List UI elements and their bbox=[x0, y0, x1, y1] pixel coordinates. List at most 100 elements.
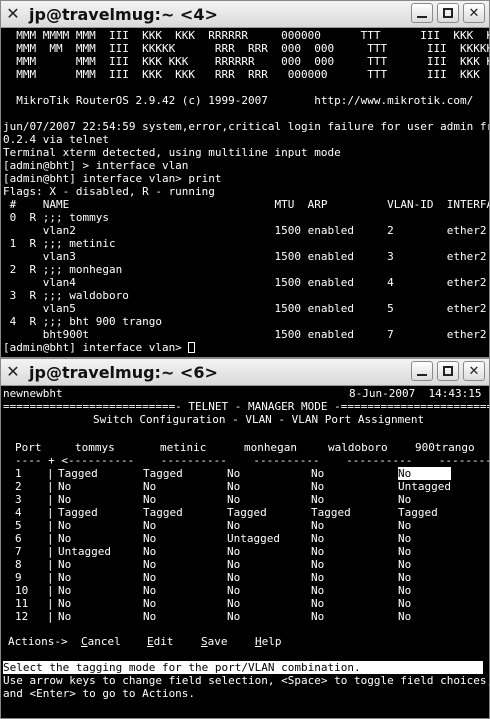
terminal-window-switch: ✕ jp@travelmug:~ <6> ✕ newnewbht 8-Jun-2… bbox=[0, 358, 490, 719]
close-icon: ✕ bbox=[468, 363, 480, 379]
maximize-button[interactable] bbox=[437, 361, 459, 381]
terminal-line: bht900t 1500 enabled 7 ether2 bbox=[3, 328, 487, 341]
vlan-mode-field[interactable]: No bbox=[143, 532, 156, 545]
port-number: 6 bbox=[15, 532, 22, 545]
window-titlebar[interactable]: ✕ jp@travelmug:~ <4> ✕ bbox=[1, 1, 489, 28]
prompt-text: [admin@bht] interface vlan> bbox=[3, 341, 189, 354]
vlan-mode-field[interactable]: No bbox=[143, 584, 156, 597]
vlan-mode-field[interactable]: Tagged bbox=[398, 506, 438, 519]
vlan-mode-field[interactable]: No bbox=[143, 493, 156, 506]
command-prompt[interactable]: [admin@bht] interface vlan> bbox=[3, 341, 196, 354]
action-cancel[interactable]: Cancel bbox=[81, 635, 121, 648]
close-button[interactable]: ✕ bbox=[463, 3, 485, 23]
close-button[interactable]: ✕ bbox=[463, 361, 485, 381]
port-number: 9 bbox=[15, 571, 22, 584]
vlan-mode-field[interactable]: No bbox=[398, 558, 411, 571]
terminal-window-routeros: ✕ jp@travelmug:~ <4> ✕ MMM MMMM MMM III … bbox=[0, 0, 490, 358]
vlan-mode-field[interactable]: No bbox=[143, 480, 156, 493]
vlan-mode-field[interactable]: Tagged bbox=[58, 506, 98, 519]
vlan-mode-field[interactable]: No bbox=[398, 545, 411, 558]
column-header: monhegan bbox=[244, 441, 297, 454]
vlan-mode-field[interactable]: No bbox=[311, 480, 324, 493]
vlan-mode-field[interactable]: Untagged bbox=[398, 480, 451, 493]
vlan-mode-field[interactable]: No bbox=[58, 493, 71, 506]
vlan-mode-field[interactable]: No bbox=[143, 610, 156, 623]
column-separator: | bbox=[47, 584, 54, 597]
vlan-mode-field[interactable]: No bbox=[398, 610, 411, 623]
vlan-mode-field[interactable]: No bbox=[58, 571, 71, 584]
action-save[interactable]: Save bbox=[201, 635, 228, 648]
vlan-mode-field[interactable]: No bbox=[58, 558, 71, 571]
maximize-icon bbox=[443, 366, 453, 376]
terminal-line: [admin@bht] > interface vlan bbox=[3, 159, 189, 172]
vlan-mode-field[interactable]: No bbox=[58, 610, 71, 623]
vlan-mode-field[interactable]: No bbox=[311, 545, 324, 558]
vlan-mode-field[interactable]: No bbox=[227, 610, 240, 623]
vlan-mode-field[interactable]: No bbox=[398, 519, 411, 532]
vlan-mode-field[interactable]: No bbox=[311, 584, 324, 597]
vlan-mode-field[interactable]: No bbox=[227, 493, 240, 506]
vlan-mode-field[interactable]: Tagged bbox=[58, 467, 98, 480]
vlan-mode-field[interactable]: No bbox=[143, 558, 156, 571]
terminal-output[interactable]: MMM MMMM MMM III KKK KKK RRRRRR 000000 T… bbox=[1, 28, 489, 357]
vlan-mode-field[interactable]: No bbox=[58, 480, 71, 493]
vlan-mode-field[interactable]: No bbox=[311, 610, 324, 623]
vlan-mode-field[interactable]: No bbox=[143, 597, 156, 610]
action-help[interactable]: Help bbox=[255, 635, 282, 648]
vlan-mode-field[interactable]: No bbox=[311, 558, 324, 571]
vlan-mode-field[interactable]: No bbox=[398, 584, 411, 597]
vlan-mode-field[interactable]: No bbox=[143, 545, 156, 558]
help-text-1: Use arrow keys to change field selection… bbox=[3, 674, 489, 687]
terminal-line: MMM MM MMM III KKKKK RRR RRR 000 000 TTT… bbox=[3, 42, 489, 55]
minimize-icon bbox=[417, 374, 427, 376]
vlan-mode-field[interactable]: No bbox=[227, 584, 240, 597]
vlan-mode-field[interactable]: Tagged bbox=[143, 467, 183, 480]
maximize-button[interactable] bbox=[437, 3, 459, 23]
vlan-mode-field[interactable]: No bbox=[398, 467, 451, 480]
column-separator: | bbox=[47, 493, 54, 506]
port-number: 8 bbox=[15, 558, 22, 571]
terminal-line: 0.2.4 via telnet bbox=[3, 133, 109, 146]
vlan-mode-field[interactable]: No bbox=[58, 532, 71, 545]
vlan-mode-field[interactable]: No bbox=[398, 597, 411, 610]
vlan-mode-field[interactable]: No bbox=[58, 597, 71, 610]
action-edit[interactable]: Edit bbox=[147, 635, 174, 648]
port-number: 11 bbox=[15, 597, 29, 610]
window-titlebar[interactable]: ✕ jp@travelmug:~ <6> ✕ bbox=[1, 359, 489, 386]
vlan-mode-field[interactable]: No bbox=[311, 467, 324, 480]
vlan-mode-field[interactable]: No bbox=[58, 519, 71, 532]
minimize-button[interactable] bbox=[411, 3, 433, 23]
vlan-mode-field[interactable]: Untagged bbox=[227, 532, 280, 545]
vlan-mode-field[interactable]: No bbox=[227, 597, 240, 610]
vlan-mode-field[interactable]: No bbox=[143, 571, 156, 584]
vlan-mode-field[interactable]: No bbox=[398, 532, 411, 545]
vlan-mode-field[interactable]: No bbox=[143, 519, 156, 532]
vlan-mode-field[interactable]: No bbox=[311, 493, 324, 506]
vlan-mode-field[interactable]: No bbox=[311, 571, 324, 584]
vlan-mode-field[interactable]: No bbox=[227, 519, 240, 532]
vlan-mode-field[interactable]: No bbox=[58, 584, 71, 597]
vlan-mode-field[interactable]: No bbox=[311, 597, 324, 610]
vlan-mode-field[interactable]: Tagged bbox=[143, 506, 183, 519]
minimize-button[interactable] bbox=[411, 361, 433, 381]
vlan-mode-field[interactable]: Tagged bbox=[311, 506, 351, 519]
vlan-mode-field[interactable]: No bbox=[227, 480, 240, 493]
minimize-icon bbox=[417, 16, 427, 18]
vlan-mode-field[interactable]: No bbox=[398, 493, 411, 506]
vlan-mode-field[interactable]: No bbox=[227, 558, 240, 571]
vlan-mode-field[interactable]: No bbox=[227, 571, 240, 584]
port-number: 10 bbox=[15, 584, 29, 597]
column-separator: | bbox=[47, 597, 54, 610]
terminal-line: 2 R ;;; monhegan bbox=[3, 263, 123, 276]
vlan-mode-field[interactable]: No bbox=[311, 519, 324, 532]
vlan-mode-field[interactable]: No bbox=[227, 467, 240, 480]
switch-manager-screen[interactable]: newnewbht 8-Jun-2007 14:43:15 ==========… bbox=[1, 386, 489, 718]
vlan-mode-field[interactable]: No bbox=[398, 571, 411, 584]
vlan-mode-field[interactable]: Untagged bbox=[58, 545, 111, 558]
vlan-mode-field[interactable]: No bbox=[311, 532, 324, 545]
port-number: 5 bbox=[15, 519, 22, 532]
vlan-mode-field[interactable]: No bbox=[227, 545, 240, 558]
terminal-line: Flags: X - disabled, R - running bbox=[3, 185, 215, 198]
hostname: newnewbht bbox=[3, 387, 63, 400]
vlan-mode-field[interactable]: Tagged bbox=[227, 506, 267, 519]
